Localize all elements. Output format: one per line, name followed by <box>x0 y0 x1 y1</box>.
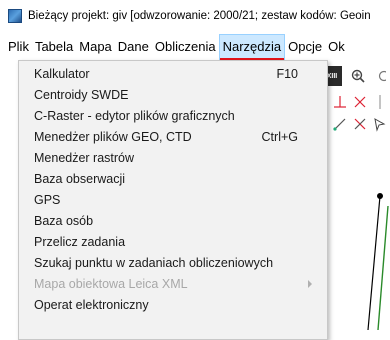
menu-item-shortcut: F10 <box>276 66 298 81</box>
menu-opcje[interactable]: Opcje <box>285 34 325 60</box>
separator-icon <box>370 92 390 112</box>
menu-item-menedzer-rastrow[interactable]: Menedżer rastrów <box>20 147 326 168</box>
menu-mapa[interactable]: Mapa <box>76 34 115 60</box>
menu-item-label: Przelicz zadania <box>34 234 126 249</box>
select-tool-icon[interactable] <box>370 114 390 134</box>
window-title: Bieżący projekt: giv [odwzorowanie: 2000… <box>28 10 371 22</box>
menu-narzedzia[interactable]: Narzędzia <box>218 34 286 60</box>
menu-item-label: Menedżer rastrów <box>34 150 135 165</box>
menu-plik[interactable]: Plik <box>0 34 32 60</box>
menu-item-gps[interactable]: GPS <box>20 189 326 210</box>
menu-item-szukaj-punktu[interactable]: Szukaj punktu w zadaniach obliczeniowych <box>20 252 326 273</box>
menu-item-label: Centroidy SWDE <box>34 87 129 102</box>
menu-item-baza-osob[interactable]: Baza osób <box>20 210 326 231</box>
menu-ok[interactable]: Ok <box>325 34 348 60</box>
map-canvas-lines <box>367 193 389 330</box>
measure-tool-icon[interactable] <box>350 114 370 134</box>
menu-item-label: Operat elektroniczny <box>34 297 149 312</box>
menu-item-kalkulator[interactable]: Kalkulator F10 <box>20 63 326 84</box>
menu-item-przelicz-zadania[interactable]: Przelicz zadania <box>20 231 326 252</box>
menu-item-centroidy-swde[interactable]: Centroidy SWDE <box>20 84 326 105</box>
menu-item-operat-elektroniczny[interactable]: Operat elektroniczny <box>20 294 326 315</box>
cross-icon[interactable] <box>350 92 370 112</box>
menu-item-label: GPS <box>34 192 61 207</box>
app-icon <box>8 9 22 23</box>
menu-item-label: Szukaj punktu w zadaniach obliczeniowych <box>34 255 274 270</box>
submenu-arrow-icon <box>308 280 312 288</box>
title-bar: Bieżący projekt: giv [odwzorowanie: 2000… <box>0 0 390 32</box>
narzedzia-dropdown-menu: Kalkulator F10 Centroidy SWDE C-Raster -… <box>18 60 328 340</box>
draw-tool-icon[interactable] <box>330 114 350 134</box>
menu-item-baza-obserwacji[interactable]: Baza obserwacji <box>20 168 326 189</box>
partial-tool-icon[interactable] <box>370 66 390 86</box>
zoom-icon[interactable] <box>348 66 368 86</box>
menu-item-mapa-obiektowa-leica: Mapa obiektowa Leica XML <box>20 273 326 294</box>
menu-item-label: Baza osób <box>34 213 94 228</box>
menu-dane[interactable]: Dane <box>115 34 152 60</box>
menu-tabela[interactable]: Tabela <box>32 34 76 60</box>
menu-item-label: C-Raster - edytor plików graficznych <box>34 108 235 123</box>
menu-item-shortcut: Ctrl+G <box>261 129 298 144</box>
menu-item-label: Baza obserwacji <box>34 171 126 186</box>
menu-obliczenia[interactable]: Obliczenia <box>152 34 219 60</box>
menu-item-label: Mapa obiektowa Leica XML <box>34 276 188 291</box>
menu-bar: Plik Tabela Mapa Dane Obliczenia Narzędz… <box>0 34 390 60</box>
menu-item-menedzer-plikow-geo[interactable]: Menedżer plików GEO, CTD Ctrl+G <box>20 126 326 147</box>
menu-item-c-raster[interactable]: C-Raster - edytor plików graficznych <box>20 105 326 126</box>
menu-item-label: Menedżer plików GEO, CTD <box>34 129 192 144</box>
menu-item-label: Kalkulator <box>34 66 90 81</box>
perpendicular-icon[interactable] <box>330 92 350 112</box>
